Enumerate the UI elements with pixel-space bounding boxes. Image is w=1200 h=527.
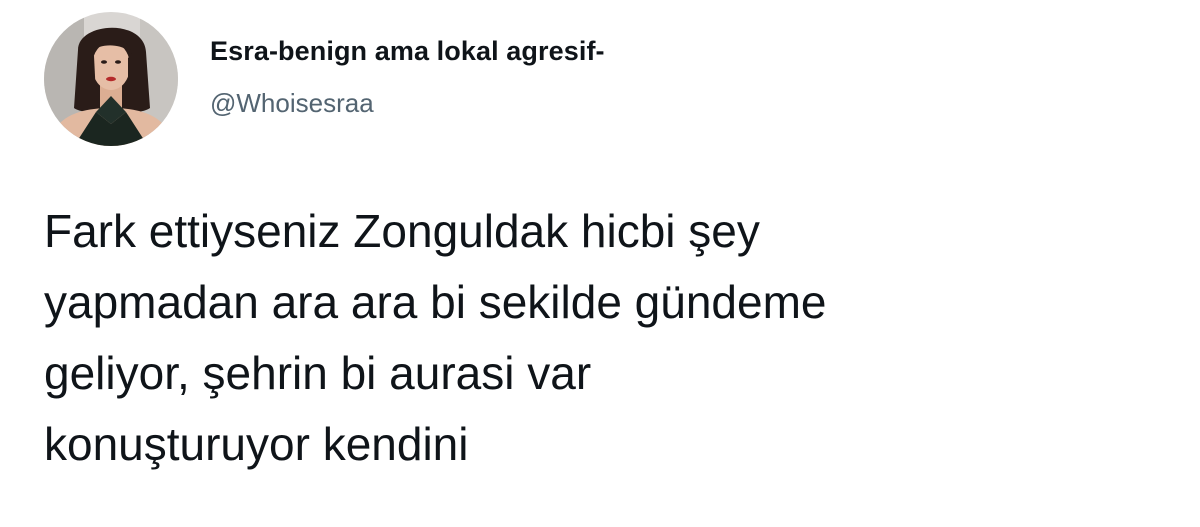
- user-handle[interactable]: @Whoisesraa: [210, 88, 374, 119]
- tweet-card: Esra-benign ama lokal agresif- @Whoisesr…: [0, 0, 1200, 527]
- tweet-text: Fark ettiyseniz Zonguldak hicbi şey yapm…: [44, 196, 1164, 480]
- display-name[interactable]: Esra-benign ama lokal agresif-: [210, 36, 605, 67]
- tweet-text-line: geliyor, şehrin bi aurasi var: [44, 347, 592, 399]
- avatar[interactable]: [44, 12, 178, 146]
- profile-photo-icon: [44, 12, 178, 146]
- tweet-text-line: yapmadan ara ara bi sekilde gündeme: [44, 276, 827, 328]
- tweet-text-line: konuşturuyor kendini: [44, 418, 469, 470]
- tweet-text-line: Fark ettiyseniz Zonguldak hicbi şey: [44, 205, 760, 257]
